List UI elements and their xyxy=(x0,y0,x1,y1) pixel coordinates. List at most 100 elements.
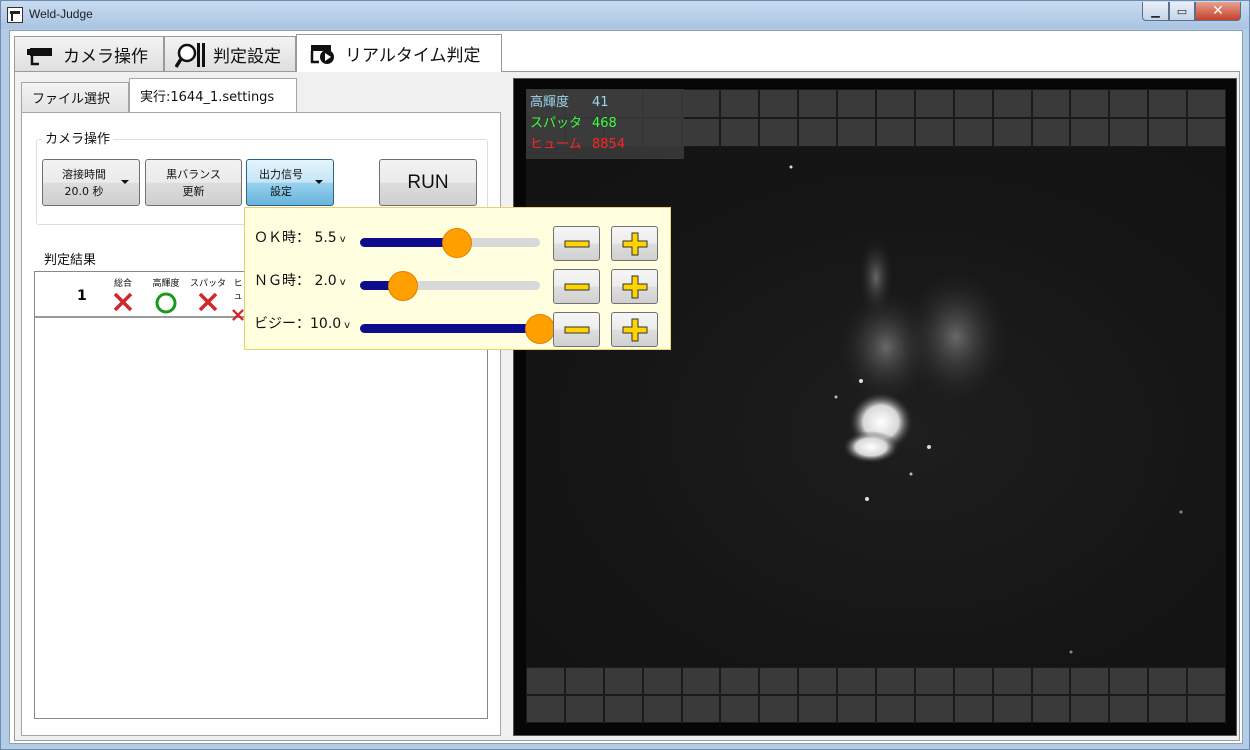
grid-cell xyxy=(759,118,799,147)
grid-cell xyxy=(1187,118,1226,147)
ng-value: 2.0 xyxy=(314,273,337,289)
busy-value: 10.0 xyxy=(310,316,342,332)
camera-image-view[interactable]: 高輝度 41 スパッタ 468 ヒューム 8854 xyxy=(513,78,1237,736)
spatter-column: スパッタ xyxy=(187,276,229,315)
grid-cell xyxy=(759,89,799,118)
tab-execute-settings[interactable]: 実行:1644_1.settings xyxy=(129,78,297,112)
grid-cell xyxy=(526,667,565,695)
execute-panel: カメラ操作 溶接時間 20.0 秒 黒バランス 更新 出力信号 設定 RUN 判… xyxy=(21,112,501,736)
plus-icon xyxy=(622,318,648,342)
tab-realtime-judge-label: リアルタイム判定 xyxy=(345,46,481,66)
hud-fume-value: 8854 xyxy=(592,137,626,152)
grid-cell xyxy=(1109,89,1149,118)
minimize-button[interactable]: ▁ xyxy=(1142,2,1169,21)
plus-icon xyxy=(622,275,648,299)
grid-cell xyxy=(953,667,993,695)
grid-cell xyxy=(1148,118,1188,147)
busy-voltage-row: ビジー：10.0 v xyxy=(245,302,670,347)
hud-fume: ヒューム 8854 xyxy=(530,134,684,155)
grid-cell xyxy=(837,667,876,695)
grid-cell xyxy=(603,695,643,723)
tab-judge-settings[interactable]: 判定設定 xyxy=(164,36,296,72)
ng-increase-button[interactable] xyxy=(611,269,658,304)
grid-cell xyxy=(759,695,799,723)
busy-slider-thumb[interactable] xyxy=(525,314,555,344)
grid-cell xyxy=(953,695,993,723)
grid-cell xyxy=(1187,89,1226,118)
grid-cell xyxy=(798,89,838,118)
brightness-column: 高輝度 xyxy=(146,276,186,315)
tab-realtime-judge[interactable]: リアルタイム判定 xyxy=(296,34,502,72)
main-tab-bar: カメラ操作 判定設定 リアルタイム判定 xyxy=(14,34,502,72)
output-signal-popup: ＯＫ時： 5.5 v ＮＧ時： 2.0 v ビジー：10.0 v xyxy=(244,207,671,350)
dropdown-arrow-icon xyxy=(315,180,323,184)
dropdown-arrow-icon xyxy=(121,180,129,184)
realtime-judge-panel: ファイル選択 実行:1644_1.settings カメラ操作 溶接時間 20.… xyxy=(14,71,1240,741)
tab-camera-operation-label: カメラ操作 xyxy=(63,47,148,67)
tab-file-select[interactable]: ファイル選択 xyxy=(21,82,129,112)
grid-cell xyxy=(1109,667,1149,695)
grid-cell xyxy=(1187,695,1226,723)
plus-icon xyxy=(622,232,648,256)
minus-icon xyxy=(564,283,590,291)
black-balance-sub: 更新 xyxy=(182,184,205,198)
busy-slider-fill xyxy=(360,324,540,333)
grid-cell xyxy=(1031,118,1071,147)
hud-brightness-label: 高輝度 xyxy=(530,95,570,110)
bottom-grid-band xyxy=(526,667,1226,723)
black-balance-button[interactable]: 黒バランス 更新 xyxy=(145,159,242,206)
grid-cell xyxy=(720,667,760,695)
busy-label: ビジー： xyxy=(254,316,310,332)
ok-slider-thumb[interactable] xyxy=(442,228,473,258)
ng-decrease-button[interactable] xyxy=(553,269,600,304)
column-label: ヒュ xyxy=(233,279,243,302)
run-button[interactable]: RUN xyxy=(379,159,477,206)
camera-icon xyxy=(27,47,52,65)
busy-slider-track[interactable] xyxy=(360,324,540,333)
grid-cell xyxy=(720,89,760,118)
hud-spatter-label: スパッタ xyxy=(530,116,583,131)
window-title: Weld-Judge xyxy=(29,7,93,21)
grid-cell xyxy=(681,89,721,118)
ok-decrease-button[interactable] xyxy=(553,226,600,261)
busy-unit: v xyxy=(344,320,351,331)
column-label: スパッタ xyxy=(189,279,226,289)
grid-cell xyxy=(681,118,721,147)
output-signal-button[interactable]: 出力信号 設定 xyxy=(246,159,334,206)
tab-camera-operation[interactable]: カメラ操作 xyxy=(14,36,164,72)
magnifier-icon xyxy=(175,42,205,68)
grid-cell xyxy=(1070,118,1110,147)
grid-cell xyxy=(914,118,954,147)
hud-brightness-value: 41 xyxy=(592,95,609,110)
title-bar[interactable]: Weld-Judge ▁ ▭ ✕ xyxy=(1,1,1249,29)
measurement-overlay: 高輝度 41 スパッタ 468 ヒューム 8854 xyxy=(526,89,684,159)
grid-cell xyxy=(526,695,565,723)
client-area: カメラ操作 判定設定 リアルタイム判定 ファイル選択 実行:1644_1.set… xyxy=(9,30,1243,744)
ok-unit: v xyxy=(339,234,346,245)
application-window: Weld-Judge ▁ ▭ ✕ カメラ操作 判定設定 リアルタイム判定 ファイ… xyxy=(0,0,1250,750)
grid-cell xyxy=(914,695,954,723)
grid-cell xyxy=(798,667,838,695)
grid-cell xyxy=(759,667,799,695)
camera-play-icon xyxy=(310,44,334,64)
weld-time-label: 溶接時間 xyxy=(62,167,106,181)
minimize-icon: ▁ xyxy=(1151,4,1160,18)
weld-time-button[interactable]: 溶接時間 20.0 秒 xyxy=(42,159,140,206)
column-label: 総合 xyxy=(113,279,132,289)
ng-label: ＮＧ時： xyxy=(254,273,310,289)
close-button[interactable]: ✕ xyxy=(1195,2,1241,21)
black-balance-label: 黒バランス xyxy=(166,167,221,181)
grid-cell xyxy=(1070,695,1110,723)
cross-icon xyxy=(113,292,133,312)
ng-slider-thumb[interactable] xyxy=(388,271,419,301)
grid-cell xyxy=(798,695,838,723)
ok-increase-button[interactable] xyxy=(611,226,658,261)
ng-slider-track[interactable] xyxy=(360,281,540,290)
sub-tab-bar: ファイル選択 実行:1644_1.settings xyxy=(21,78,297,112)
minus-icon xyxy=(564,240,590,248)
busy-increase-button[interactable] xyxy=(611,312,658,347)
hud-fume-label: ヒューム xyxy=(530,137,582,152)
maximize-button[interactable]: ▭ xyxy=(1169,2,1195,21)
busy-decrease-button[interactable] xyxy=(553,312,600,347)
cross-icon xyxy=(198,292,218,312)
